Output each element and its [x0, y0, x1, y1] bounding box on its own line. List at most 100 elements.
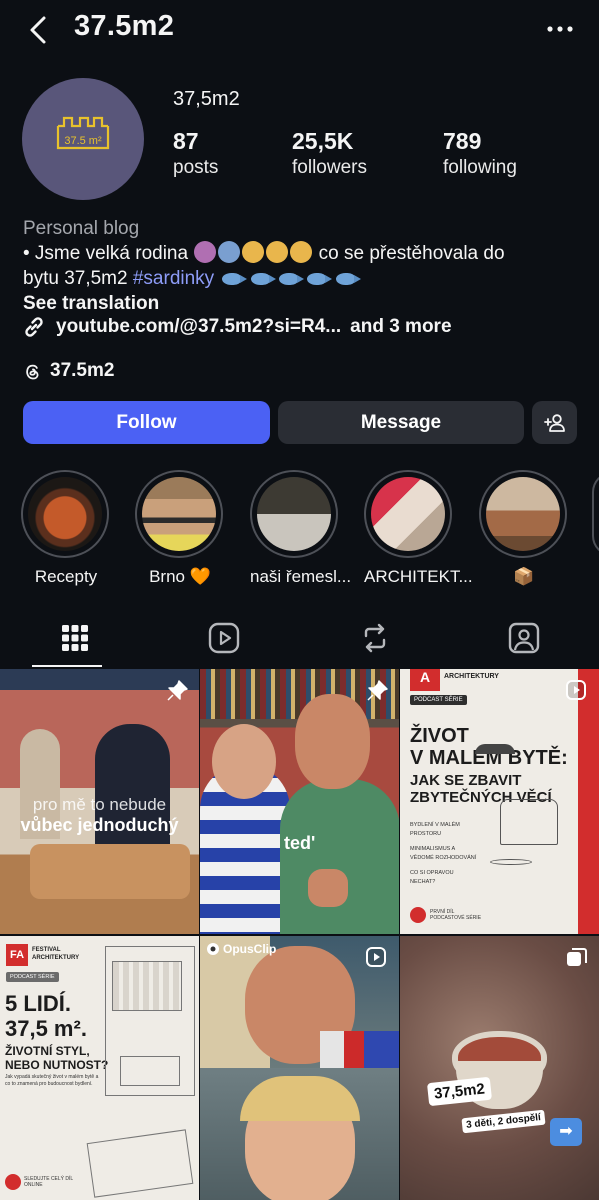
fish-emoji-icon: [307, 272, 333, 285]
reels-icon: [208, 622, 240, 654]
checklist-sketch: [86, 1129, 194, 1198]
post-tile[interactable]: pro mě to nebude vůbec jednoduchý: [0, 669, 199, 934]
sticker-label: 3 děti, 2 dospělí: [461, 1109, 546, 1134]
brand-line: ARCHITEKTURY: [32, 955, 80, 961]
person-thumbnail: [142, 477, 216, 551]
page-title: 37.5m2: [74, 10, 175, 42]
festival-name: FESTIVAL ARCHITEKTURY: [32, 946, 79, 962]
posts-count: 87: [173, 128, 199, 154]
highlight-architektura[interactable]: ARCHITEKT...: [364, 470, 473, 587]
headline-line: 37,5 m².: [5, 1016, 87, 1041]
followers-stat[interactable]: 25,5K followers: [292, 128, 367, 179]
boxes-thumbnail: [486, 477, 560, 551]
highlight-label: 📦: [513, 567, 535, 586]
see-translation-link[interactable]: See translation: [23, 291, 583, 316]
posts-label: posts: [173, 157, 219, 178]
post-caption-line1: pro mě to nebude: [32, 795, 167, 814]
posts-stat: 87 posts: [173, 128, 218, 179]
headline-line: NEBO NUTNOST?: [5, 1058, 109, 1072]
back-chevron-icon[interactable]: [22, 12, 58, 48]
suggested-users-button[interactable]: [532, 401, 577, 444]
topic-item: BYDLENÍ V MALÉM PROSTORU: [410, 822, 460, 837]
logo-castle-icon: 37.5 m²: [56, 116, 110, 150]
pinned-icon: [367, 680, 388, 701]
topic-item: MINIMALISMUS A VĚDOMÉ ROZHODOVÁNÍ: [410, 846, 477, 861]
highlight-recepty[interactable]: Recepty: [21, 470, 111, 587]
post-tag: PODCAST SÉRIE: [6, 972, 59, 982]
tab-reposts[interactable]: [357, 620, 393, 656]
highlight-label: naši řemesl...: [250, 567, 352, 586]
profile-tabs: [0, 612, 599, 668]
bio-text: co se přestěhovala do: [318, 243, 505, 264]
child-emoji-icon: [290, 241, 313, 263]
display-name: 37,5m2: [173, 88, 240, 110]
headline-line: ŽIVOTNÍ STYL,: [5, 1044, 90, 1058]
followers-label: followers: [292, 157, 367, 178]
man-emoji-icon: [218, 241, 241, 263]
topic-item: CO SI OPRAVOU NECHAT?: [410, 870, 454, 885]
fish-emoji-icon: [222, 272, 248, 285]
post-tile[interactable]: ted': [200, 669, 399, 934]
top-bar: 37.5m2: [0, 0, 599, 60]
text-note-thumbnail: [257, 477, 331, 551]
festival-logo: A: [410, 669, 440, 691]
highlight-partial[interactable]: [592, 472, 599, 556]
bio-link[interactable]: youtube.com/@37.5m2?si=R4... and 3 more: [22, 315, 452, 339]
tab-grid[interactable]: [57, 620, 93, 656]
highlight-brno[interactable]: Brno 🧡: [135, 470, 225, 587]
play-badge: [5, 1174, 21, 1190]
shelf-sketch: [112, 961, 182, 1011]
post-tile[interactable]: FA FESTIVAL ARCHITEKTURY PODCAST SÉRIE 5…: [0, 936, 199, 1200]
post-subheadline: ŽIVOTNÍ STYL, NEBO NUTNOST?: [5, 1044, 108, 1072]
threads-icon: [26, 364, 39, 379]
post-headline: 5 LIDÍ. 37,5 m².: [5, 991, 87, 1041]
brand-line: FESTIVAL: [32, 947, 61, 953]
highlight-ring: [21, 470, 109, 558]
highlight-moving[interactable]: 📦: [479, 470, 569, 587]
headline-line: JAK SE ZBAVIT: [410, 772, 522, 789]
hashtag-link[interactable]: #sardinky: [133, 268, 214, 289]
armchair-sketch: [500, 799, 558, 845]
post-tile[interactable]: OpusClip: [200, 936, 399, 1200]
tab-reels[interactable]: [206, 620, 242, 656]
follow-button[interactable]: Follow: [23, 401, 270, 444]
highlight-remeslnici[interactable]: naši řemesl...: [250, 470, 352, 587]
headline-line: 5 LIDÍ.: [5, 991, 72, 1016]
link-url: youtube.com/@37.5m2?si=R4...: [56, 316, 342, 337]
topic-list: BYDLENÍ V MALÉM PROSTORU MINIMALISMUS A …: [410, 821, 480, 887]
post-tile[interactable]: 37,5m2 3 děti, 2 dospělí ➡: [400, 936, 599, 1200]
post-caption-line2: vůbec jednoduchý: [20, 815, 179, 835]
play-badge: [410, 907, 426, 923]
bio: Personal blog • Jsme velká rodina co se …: [23, 216, 583, 316]
threads-handle: 37.5m2: [50, 360, 115, 381]
architecture-thumbnail: [371, 477, 445, 551]
followers-count: 25,5K: [292, 128, 354, 154]
active-tab-indicator: [32, 665, 102, 667]
woman-emoji-icon: [194, 241, 217, 263]
reel-icon: [366, 947, 386, 967]
pinned-icon: [167, 680, 188, 701]
threads-badge[interactable]: 37.5m2: [22, 360, 114, 382]
fish-emoji-icon: [335, 272, 361, 285]
grid-icon: [62, 625, 88, 651]
link-icon: [25, 317, 43, 337]
highlight-ring: [479, 470, 567, 558]
message-button[interactable]: Message: [278, 401, 524, 444]
profile-avatar[interactable]: 37.5 m²: [22, 78, 144, 200]
opusclip-badge: OpusClip: [206, 942, 276, 956]
table-sketch: [490, 859, 532, 865]
child-emoji-icon: [266, 241, 289, 263]
reel-icon: [566, 680, 586, 700]
highlight-label: Recepty: [34, 567, 98, 586]
more-options-icon[interactable]: [545, 14, 575, 44]
highlight-ring: [364, 470, 452, 558]
following-stat[interactable]: 789 following: [443, 128, 517, 179]
post-tile[interactable]: A ARCHITEKTURY PODCAST SÉRIE ŽIVOT V MAL…: [400, 669, 599, 934]
highlight-label: ARCHITEKT...: [364, 567, 473, 586]
post-description: Jak vypadá skutečný život v malém bytě a…: [5, 1074, 99, 1087]
bio-line-1: • Jsme velká rodina co se přestěhovala d…: [23, 241, 583, 266]
festival-logo: FA: [6, 944, 28, 966]
tab-tagged[interactable]: [506, 620, 542, 656]
highlight-ring: [250, 470, 338, 558]
post-caption: ted': [284, 833, 316, 853]
